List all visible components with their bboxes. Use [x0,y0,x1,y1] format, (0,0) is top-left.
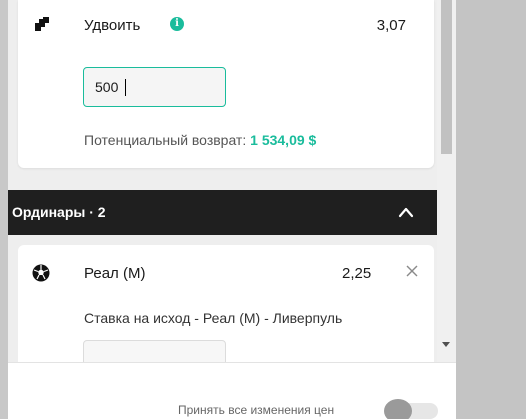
text-caret [125,79,126,96]
singles-header-label: Ординары · 2 [12,204,106,220]
chevron-up-icon[interactable] [398,206,414,218]
double-bet-icon [35,17,49,31]
singles-section-header[interactable]: Ординары · 2 [8,190,437,235]
info-icon[interactable]: i [170,17,184,31]
accept-price-changes-toggle[interactable] [384,399,438,419]
potential-return: Потенциальный возврат: 1 534,09 $ [84,132,316,148]
double-bet-title: Удвоить [84,17,141,34]
left-strip [0,0,8,419]
potential-return-label: Потенциальный возврат: [84,132,247,148]
double-bet-card: Удвоить i 3,07 Потенциальный возврат: 1 … [18,0,434,168]
double-stake-input[interactable] [83,67,226,107]
toggle-knob [384,399,412,419]
single-bet-card: Реал (М) 2,25 Ставка на исход - Реал (М)… [18,245,434,362]
scroll-down-arrow-icon[interactable] [442,342,450,347]
single-bet-title: Реал (М) [84,265,146,282]
double-bet-odds: 3,07 [376,17,406,34]
single-stake-input[interactable] [83,340,226,362]
scrollbar[interactable] [437,0,456,362]
betslip-footer: Принять все изменения цен [8,362,456,419]
football-icon [32,264,50,282]
scrollbar-thumb[interactable] [441,0,452,154]
single-bet-description: Ставка на исход - Реал (М) - Ливерпуль [84,310,343,326]
accept-price-changes-label: Принять все изменения цен [178,403,335,417]
single-bet-odds: 2,25 [342,265,372,282]
potential-return-value: 1 534,09 $ [250,132,317,148]
close-icon[interactable] [406,265,418,277]
betslip-panel: Удвоить i 3,07 Потенциальный возврат: 1 … [8,0,437,362]
